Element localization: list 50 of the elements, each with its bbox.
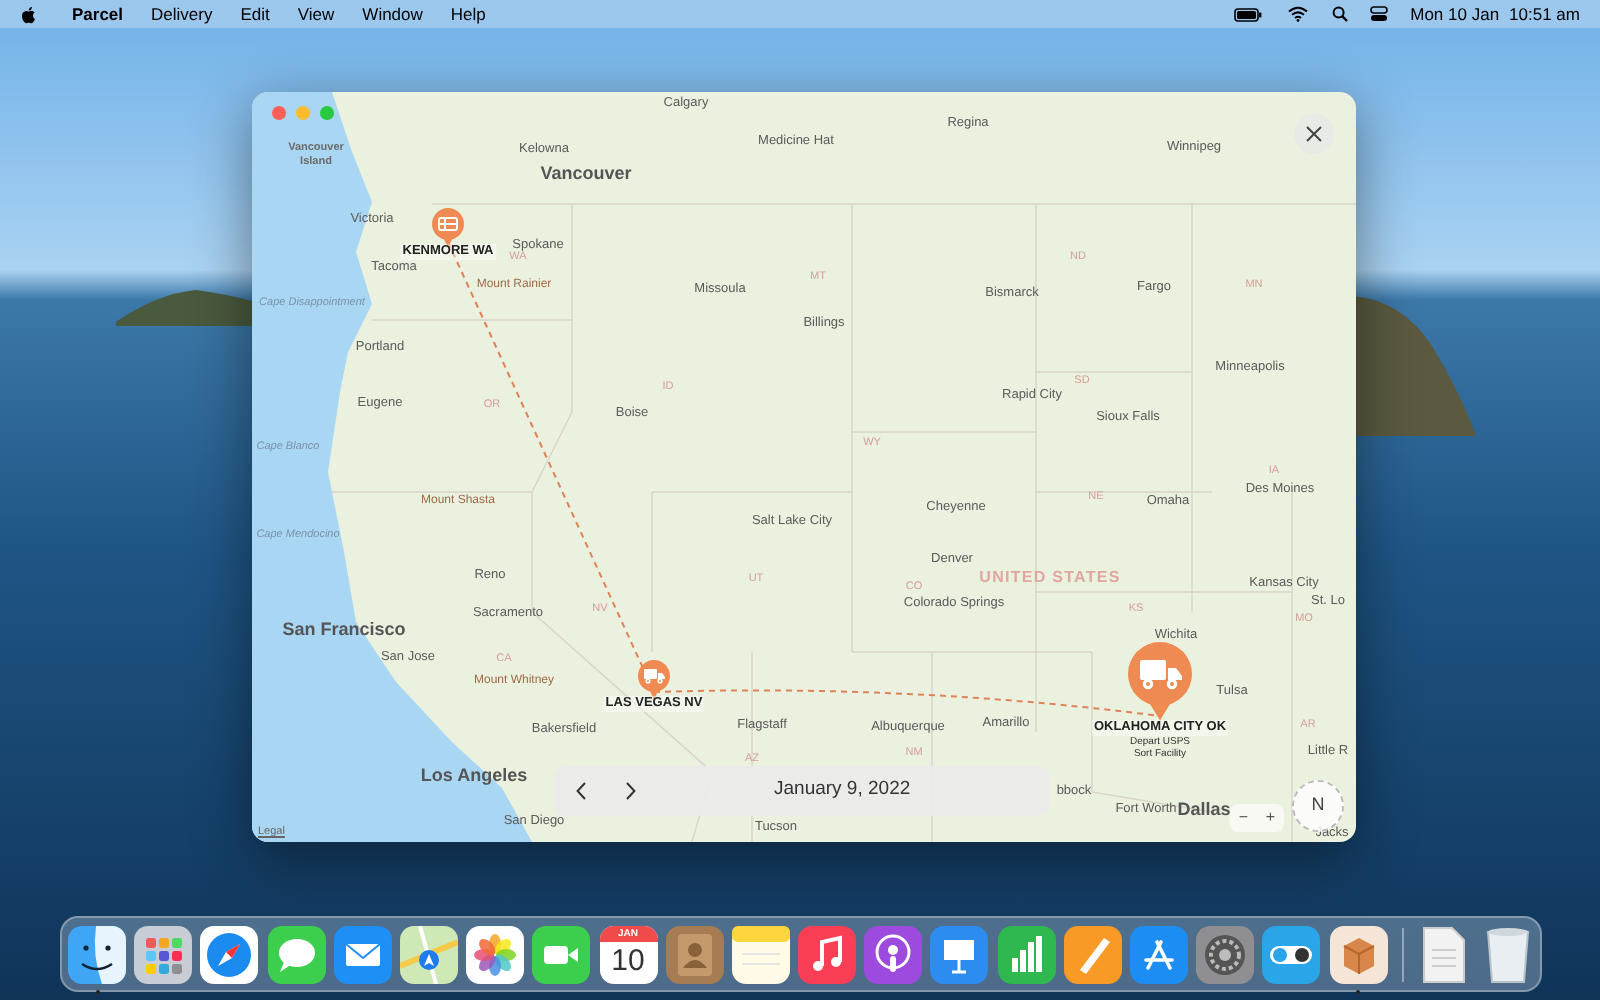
zoom-out-button[interactable]: − — [1238, 810, 1249, 826]
city-label: Dallas — [1177, 799, 1231, 821]
control-center-icon[interactable] — [1370, 6, 1389, 22]
notepad-icon[interactable] — [731, 925, 790, 983]
menu-item[interactable]: Delivery — [151, 1, 213, 27]
app-store-icon[interactable] — [1130, 925, 1188, 983]
country-label: UNITED STATES — [979, 568, 1121, 588]
app-grid-icon[interactable] — [134, 925, 193, 983]
close-button[interactable] — [1294, 114, 1334, 154]
menu-bar-time[interactable]: 10:51 am — [1509, 1, 1580, 27]
city-label: Vancouver — [540, 163, 632, 185]
box-pin-icon[interactable] — [432, 208, 464, 248]
close-icon — [1306, 126, 1322, 142]
speech-bubble-icon[interactable] — [267, 925, 326, 983]
search-icon[interactable] — [1332, 6, 1349, 22]
pencil-icon[interactable] — [1063, 925, 1122, 983]
flower-icon[interactable] — [466, 925, 525, 983]
zoom-in-button[interactable]: + — [1265, 810, 1276, 826]
bar-chart-icon[interactable] — [997, 925, 1056, 983]
calendar-day: 10 — [611, 941, 645, 979]
apple-logo-icon[interactable] — [20, 5, 36, 23]
truck-pin-icon[interactable] — [638, 660, 670, 700]
island-drawing — [1352, 296, 1476, 436]
presentation-icon[interactable] — [930, 925, 989, 983]
music-note-icon[interactable] — [798, 925, 857, 983]
menu-item[interactable]: View — [297, 1, 335, 27]
menu-bar-date[interactable]: Mon 10 Jan — [1410, 1, 1500, 27]
envelope-icon[interactable] — [333, 925, 392, 983]
menu-item[interactable]: Help — [450, 1, 486, 27]
video-camera-icon[interactable] — [532, 925, 591, 983]
wifi-icon[interactable] — [1288, 6, 1309, 22]
chevron-right-icon — [625, 782, 635, 800]
document-icon[interactable] — [1422, 925, 1467, 983]
compass-icon[interactable] — [200, 925, 259, 983]
podcast-icon[interactable] — [864, 925, 923, 983]
chevron-left-icon — [575, 782, 585, 800]
battery-icon[interactable] — [1234, 7, 1263, 21]
menu-item[interactable]: Window — [362, 1, 423, 27]
gear-icon[interactable] — [1196, 925, 1255, 983]
smiling-face-icon[interactable] — [68, 925, 126, 983]
city-label: Los Angeles — [420, 765, 528, 787]
app-menu[interactable]: Parcel — [72, 1, 124, 27]
island-drawing — [116, 286, 256, 326]
trash-icon[interactable] — [1483, 925, 1532, 983]
date-label: January 9, 2022 — [774, 776, 911, 805]
map-icon[interactable] — [399, 925, 458, 983]
toggle-icon[interactable] — [1262, 925, 1321, 983]
box-icon[interactable] — [1329, 925, 1388, 983]
city-label: San Francisco — [282, 619, 406, 641]
menu-item[interactable]: Edit — [240, 1, 270, 27]
